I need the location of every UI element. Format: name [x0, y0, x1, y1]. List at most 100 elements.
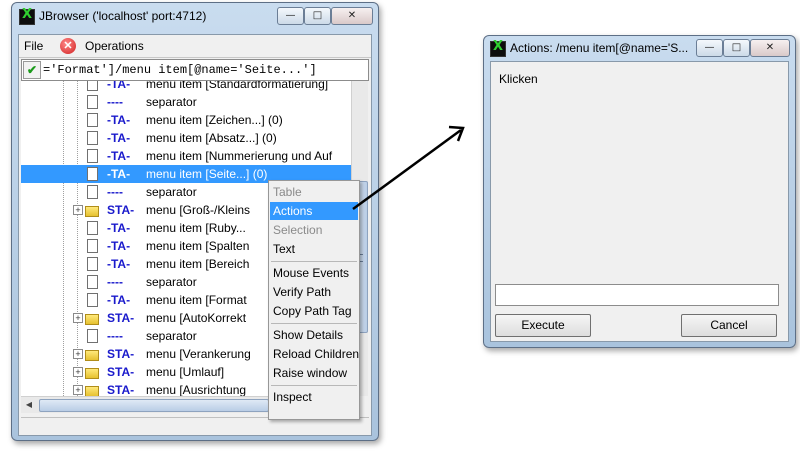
context-menu-item: Table — [273, 185, 302, 199]
node-kind: -TA- — [107, 293, 131, 307]
node-kind: ---- — [107, 329, 123, 343]
action-item[interactable]: Klicken — [499, 72, 538, 86]
app-logo-icon: X — [490, 39, 506, 57]
doc-icon — [87, 239, 98, 253]
node-label: menu item [Absatz...] (0) — [146, 131, 277, 145]
doc-icon — [87, 131, 98, 145]
node-label: separator — [146, 95, 197, 109]
node-label: menu item [Standardformatierung] — [146, 81, 329, 91]
expand-icon[interactable]: + — [73, 367, 83, 377]
menu-bar: File ✕ Operations — [19, 35, 371, 58]
node-label: menu item [Bereich — [146, 257, 250, 271]
doc-icon — [87, 185, 98, 199]
node-label: menu [Verankerung — [146, 347, 251, 361]
doc-icon — [87, 167, 98, 181]
scroll-left-icon[interactable]: ◀ — [22, 398, 36, 412]
node-label: menu item [Nummerierung und Auf — [146, 149, 333, 163]
node-kind: ---- — [107, 275, 123, 289]
context-menu-item[interactable]: Show Details — [270, 326, 358, 344]
node-kind: ---- — [107, 185, 123, 199]
node-label: menu item [Zeichen...] (0) — [146, 113, 283, 127]
doc-icon — [87, 293, 98, 307]
node-kind: STA- — [107, 347, 135, 361]
context-menu-item[interactable]: Actions — [270, 202, 358, 220]
node-kind: -TA- — [107, 257, 131, 271]
close-button[interactable]: ✕ — [750, 39, 790, 57]
node-kind: STA- — [107, 383, 135, 396]
tree-row[interactable]: -TA-menu item [Absatz...] (0) — [21, 129, 351, 147]
action-list: Klicken — [495, 66, 782, 280]
folder-icon — [85, 206, 99, 217]
tree-row[interactable]: -TA-menu item [Standardformatierung] — [21, 81, 351, 93]
doc-icon — [87, 81, 98, 91]
minimize-button[interactable]: — — [277, 7, 304, 25]
tree-row[interactable]: -TA-menu item [Nummerierung und Auf — [21, 147, 351, 165]
node-kind: STA- — [107, 365, 135, 379]
node-label: menu [Groß-/Kleins — [146, 203, 251, 217]
context-menu-item[interactable]: Inspect — [270, 388, 358, 406]
doc-icon — [87, 113, 98, 127]
node-label: menu item [Spalten — [146, 239, 250, 253]
context-menu-item[interactable]: Copy Path Tag — [270, 302, 358, 320]
maximize-button[interactable]: □ — [723, 39, 750, 57]
doc-icon — [87, 149, 98, 163]
jbrowser-window: X JBrowser ('localhost' port:4712) — □ ✕… — [11, 2, 379, 441]
cancel-button[interactable]: Cancel — [681, 314, 777, 337]
actions-window: X Actions: /menu item[@name='S... — □ ✕ … — [483, 35, 796, 348]
node-kind: -TA- — [107, 113, 131, 127]
node-label: separator — [146, 185, 197, 199]
folder-icon — [85, 368, 99, 379]
path-bar: ✔ ='Format']/menu item[@name='Seite...'] — [21, 59, 369, 81]
status-bar — [21, 417, 369, 438]
context-menu-item: Selection — [273, 223, 323, 237]
doc-icon — [87, 95, 98, 109]
node-kind: ---- — [107, 95, 123, 109]
node-kind: -TA- — [107, 221, 131, 235]
error-icon: ✕ — [60, 38, 76, 54]
command-input[interactable] — [495, 284, 779, 306]
expand-icon[interactable]: + — [73, 349, 83, 359]
context-menu-item[interactable]: Raise window — [270, 364, 358, 382]
tree-row[interactable]: ---- separator — [21, 93, 351, 111]
tree-row[interactable]: -TA-menu item [Zeichen...] (0) — [21, 111, 351, 129]
actions-client-area: Klicken Execute Cancel — [490, 61, 789, 342]
maximize-button[interactable]: □ — [304, 7, 331, 25]
node-label: menu [Umlauf] — [146, 365, 225, 379]
minimize-button[interactable]: — — [696, 39, 723, 57]
node-kind: -TA- — [107, 149, 131, 163]
expand-icon[interactable]: + — [73, 205, 83, 215]
node-label: menu [AutoKorrekt — [146, 311, 247, 325]
doc-icon — [87, 221, 98, 235]
node-kind: -TA- — [107, 239, 131, 253]
node-kind: -TA- — [107, 167, 131, 181]
context-menu-item[interactable]: Reload Children — [270, 345, 359, 363]
menu-separator — [271, 323, 357, 324]
file-menu[interactable]: File — [24, 39, 43, 53]
expand-icon[interactable]: + — [73, 313, 83, 323]
folder-icon — [85, 314, 99, 325]
node-label: menu [Ausrichtung — [146, 383, 247, 396]
folder-icon — [85, 386, 99, 396]
doc-icon — [87, 329, 98, 343]
title-bar[interactable]: X Actions: /menu item[@name='S... — □ ✕ — [484, 36, 795, 62]
menu-separator — [271, 385, 357, 386]
operations-menu[interactable]: Operations — [85, 39, 144, 53]
doc-icon — [87, 257, 98, 271]
node-label: menu item [Ruby... — [146, 221, 246, 235]
node-label: separator — [146, 329, 197, 343]
context-menu-item[interactable]: Verify Path — [270, 283, 358, 301]
expand-icon[interactable]: + — [73, 385, 83, 395]
node-kind: -TA- — [107, 131, 131, 145]
execute-button[interactable]: Execute — [495, 314, 591, 337]
node-kind: STA- — [107, 311, 135, 325]
context-menu-item[interactable]: Text — [270, 240, 358, 258]
window-title: JBrowser ('localhost' port:4712) — [39, 9, 207, 23]
path-field[interactable]: ='Format']/menu item[@name='Seite...'] — [43, 63, 317, 77]
checkmark-icon[interactable]: ✔ — [23, 61, 41, 79]
close-button[interactable]: ✕ — [331, 7, 373, 25]
node-label: menu item [Seite...] (0) — [146, 167, 268, 181]
scroll-thumb[interactable] — [39, 399, 269, 412]
folder-icon — [85, 350, 99, 361]
title-bar[interactable]: X JBrowser ('localhost' port:4712) — □ ✕ — [12, 3, 378, 29]
context-menu-item[interactable]: Mouse Events — [270, 264, 358, 282]
